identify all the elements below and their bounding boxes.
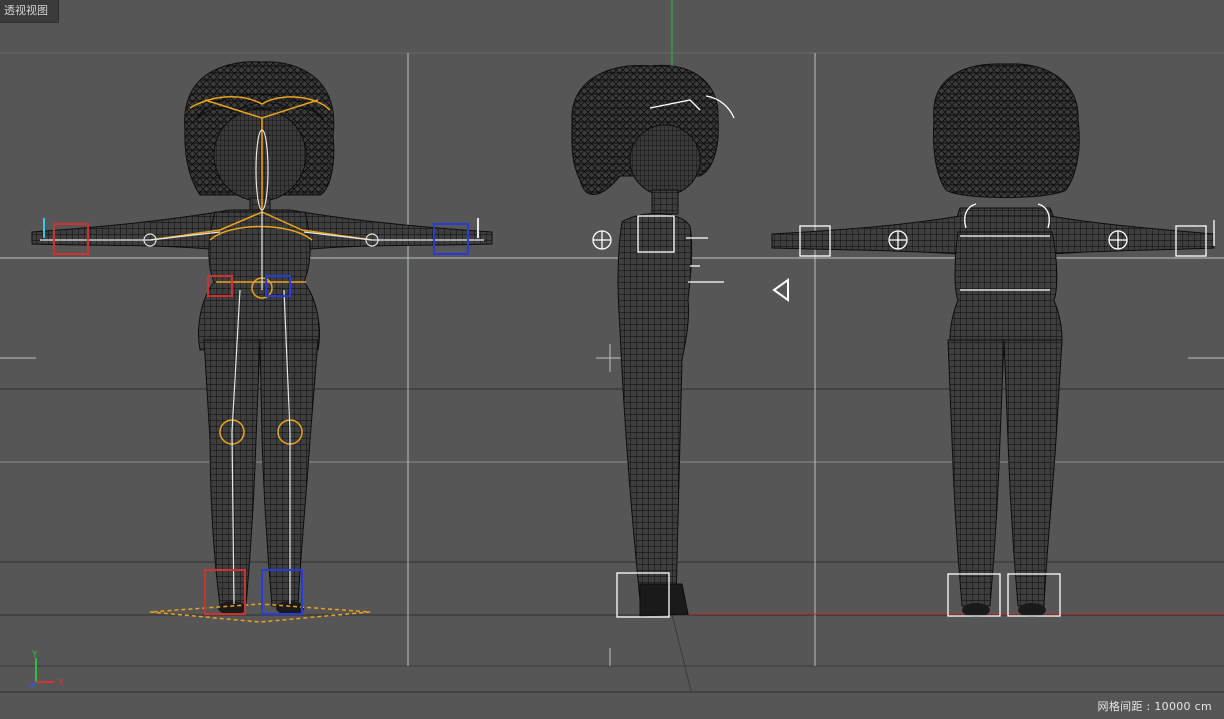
- viewport-title-tab[interactable]: 透视视图: [0, 0, 59, 23]
- gizmo-y-label: Y: [31, 650, 38, 660]
- front-view-character[interactable]: [31, 61, 493, 623]
- viewport-status-bar: 网格间距 : 10000 cm: [0, 693, 1224, 719]
- side-view-character[interactable]: [571, 64, 789, 618]
- gizmo-x-label: X: [58, 678, 64, 688]
- gizmo-z-axis: [29, 681, 37, 689]
- viewport-canvas[interactable]: [0, 0, 1224, 719]
- perspective-viewport[interactable]: 透视视图 Y X 网格间距 : 10000 cm: [0, 0, 1224, 719]
- back-view-character[interactable]: [771, 63, 1215, 617]
- grid-spacing-readout: 网格间距 : 10000 cm: [1097, 700, 1212, 713]
- axis-gizmo: Y X: [26, 648, 76, 692]
